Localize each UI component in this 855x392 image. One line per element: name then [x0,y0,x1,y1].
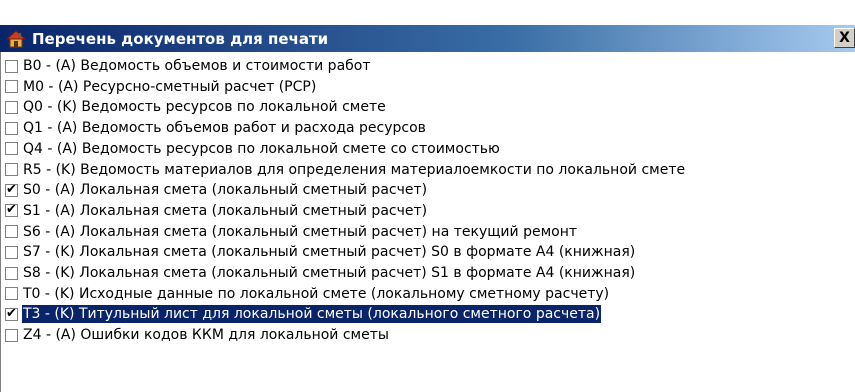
list-item[interactable]: B0 - (A) Ведомость объемов и стоимости р… [5,56,372,76]
window-title: Перечень документов для печати [32,29,329,48]
checkbox[interactable] [5,59,18,73]
checkbox[interactable] [5,245,18,259]
checkbox[interactable] [5,287,18,301]
checkbox[interactable] [5,100,18,114]
top-strip [0,0,855,25]
list-item[interactable]: S6 - (A) Локальная смета (локальный смет… [5,222,578,242]
list-item-label: Q1 - (A) Ведомость объемов работ и расхо… [23,120,426,137]
house-icon [5,29,27,48]
checkbox[interactable] [5,225,18,239]
list-item-label: R5 - (K) Ведомость материалов для опреде… [23,161,686,178]
checkbox[interactable] [5,328,18,342]
list-item-label: S0 - (A) Локальная смета (локальный смет… [23,182,428,199]
list-item-label: S1 - (A) Локальная смета (локальный смет… [23,202,428,219]
list-item[interactable]: Q4 - (A) Ведомость ресурсов по локальной… [5,139,501,159]
checkmark-icon: ✔ [6,181,17,197]
document-checklist[interactable]: B0 - (A) Ведомость объемов и стоимости р… [0,52,855,392]
list-item-label: S7 - (K) Локальная смета (локальный смет… [23,244,636,261]
checkbox-checked[interactable]: ✔ [5,202,18,218]
close-button[interactable]: X [834,28,855,48]
list-item-label: Q4 - (A) Ведомость ресурсов по локальной… [23,140,500,157]
checkmark-icon: ✔ [6,305,17,321]
checkbox-checked[interactable]: ✔ [5,305,18,321]
checkbox[interactable] [5,121,18,135]
checkbox[interactable] [5,142,18,156]
list-item[interactable]: M0 - (A) Ресурсно-сметный расчет (РСР) [5,77,317,97]
title-bar[interactable]: Перечень документов для печати X [0,25,855,52]
checkbox[interactable] [5,266,18,280]
list-item[interactable]: Q0 - (K) Ведомость ресурсов по локальной… [5,97,387,117]
list-item[interactable]: R5 - (K) Ведомость материалов для опреде… [5,160,686,180]
checkbox[interactable] [5,163,18,176]
list-item-label: Z4 - (A) Ошибки кодов ККМ для локальной … [23,327,389,344]
list-item-label: S8 - (K) Локальная смета (локальный смет… [23,265,636,281]
list-item[interactable]: S7 - (K) Локальная смета (локальный смет… [5,242,636,262]
list-item[interactable]: Q1 - (A) Ведомость объемов работ и расхо… [5,118,427,138]
list-item-label: M0 - (A) Ресурсно-сметный расчет (РСР) [23,78,317,95]
checkbox-checked[interactable]: ✔ [5,181,18,197]
list-item[interactable]: ✔ S1 - (A) Локальная смета (локальный сме… [5,201,428,221]
list-item-label: S6 - (A) Локальная смета (локальный смет… [23,223,578,240]
list-item[interactable]: Z4 - (A) Ошибки кодов ККМ для локальной … [5,325,390,345]
list-item-label: Q0 - (K) Ведомость ресурсов по локальной… [23,99,386,116]
list-item[interactable]: T0 - (K) Исходные данные по локальной см… [5,284,610,304]
checkbox[interactable] [5,80,18,94]
list-item[interactable]: ✔ T3 - (K) Титульный лист для локальной с… [5,304,603,325]
list-item-label: T3 - (K) Титульный лист для локальной см… [20,304,603,325]
list-item-label: T0 - (K) Исходные данные по локальной см… [23,285,610,302]
checkmark-icon: ✔ [6,202,17,218]
list-item-label: B0 - (A) Ведомость объемов и стоимости р… [23,58,371,74]
list-item[interactable]: ✔ S0 - (A) Локальная смета (локальный сме… [5,180,428,200]
list-item[interactable]: S8 - (K) Локальная смета (локальный смет… [5,263,636,283]
